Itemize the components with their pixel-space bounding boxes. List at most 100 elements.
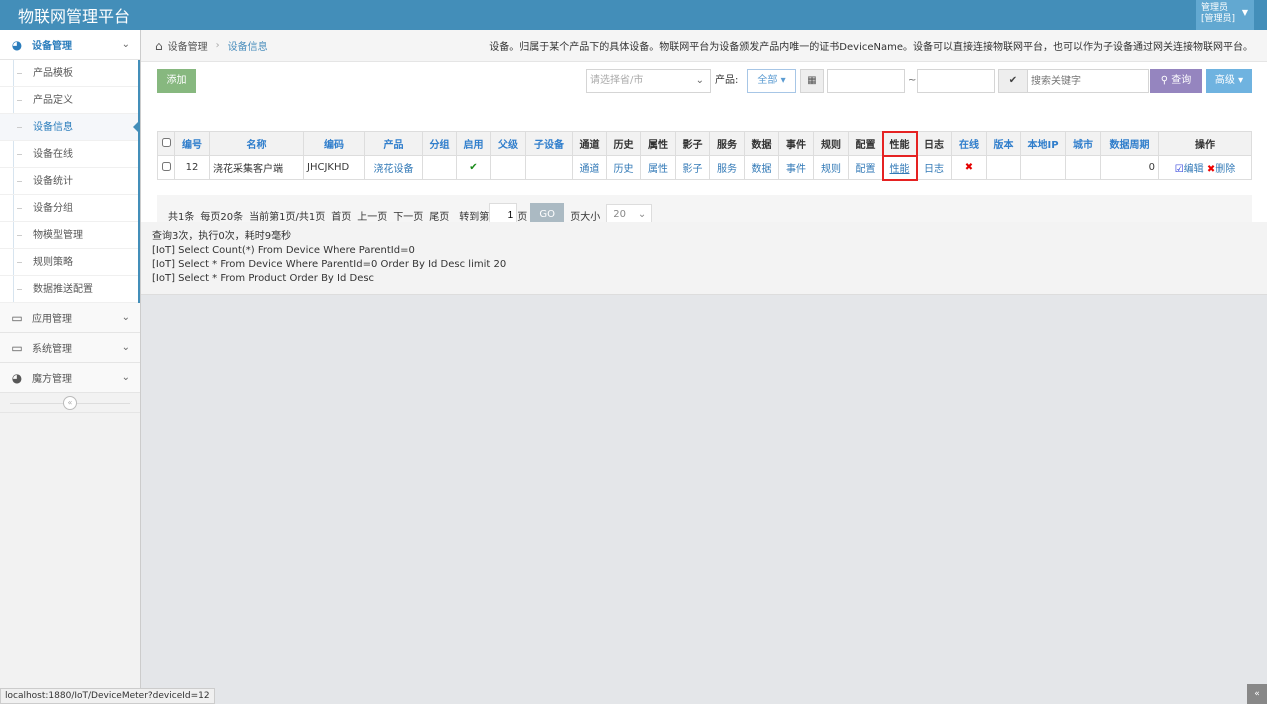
col-event: 事件 (778, 131, 814, 156)
col-city[interactable]: 城市 (1065, 131, 1101, 156)
row-checkbox[interactable] (157, 155, 175, 180)
col-online[interactable]: 在线 (951, 131, 987, 156)
province-select[interactable]: 请选择省/市 ⌄ (586, 69, 711, 93)
col-channel: 通道 (572, 131, 607, 156)
last-page-link[interactable]: 尾页 (429, 208, 449, 223)
cell-id: 12 (174, 155, 210, 180)
goto-label: 转到第 (459, 211, 490, 223)
col-enabled[interactable]: 启用 (456, 131, 491, 156)
delete-label: 删除 (1215, 164, 1236, 175)
delete-link[interactable]: ✖删除 (1207, 164, 1235, 175)
content-area: 添加 请选择省/市 ⌄ 产品: 全部 ▾ ▦ ~ ✔ ⚲ 查询 高级 ▾ 编号 名… (141, 62, 1267, 235)
query-log: 查询3次，执行0次，耗时9毫秒 [IoT] Select Count(*) Fr… (141, 222, 1267, 295)
product-link[interactable]: 浇花设备 (374, 164, 414, 175)
total-count: 共1条 (168, 211, 195, 223)
end-date-input[interactable] (917, 69, 995, 93)
page-description: 设备。归属于某个产品下的具体设备。物联网平台为设备颁发产品内唯一的证书Devic… (489, 42, 1253, 53)
breadcrumb-separator: › (215, 40, 220, 51)
edit-link[interactable]: ☑编辑 (1175, 164, 1204, 175)
log-link[interactable]: 日志 (924, 164, 944, 175)
col-code[interactable]: 编码 (303, 131, 365, 156)
user-menu[interactable]: 管理员 [管理员] ▼ (1196, 0, 1254, 30)
sidebar-group-label: 应用管理 (32, 314, 72, 325)
enabled-check-icon: ✔ (456, 155, 491, 180)
col-id[interactable]: 编号 (174, 131, 210, 156)
app-title: 物联网管理平台 (18, 7, 131, 26)
col-history: 历史 (606, 131, 641, 156)
props-link[interactable]: 属性 (648, 164, 668, 175)
double-left-icon[interactable]: « (63, 396, 77, 410)
start-date-input[interactable] (827, 69, 905, 93)
chevron-down-icon: ⌄ (121, 39, 130, 50)
sidebar-item-device-stats[interactable]: 设备统计 (0, 168, 138, 195)
sidebar-item-thing-model[interactable]: 物模型管理 (0, 222, 138, 249)
sidebar-item-device-group[interactable]: 设备分组 (0, 195, 138, 222)
col-group[interactable]: 分组 (422, 131, 457, 156)
offline-x-icon: ✖ (951, 155, 987, 180)
device-table: 编号 名称 编码 产品 分组 启用 父级 子设备 通道 历史 属性 影子 服务 … (157, 130, 1252, 181)
col-ip[interactable]: 本地IP (1020, 131, 1066, 156)
sidebar-group-label: 设备管理 (32, 41, 72, 52)
sidebar-group-cube[interactable]: ◕ 魔方管理 ⌄ (0, 363, 140, 393)
col-perf: 性能 (881, 130, 918, 157)
sidebar-item-device-online[interactable]: 设备在线 (0, 141, 138, 168)
page-size-value: 20 (613, 209, 626, 220)
sidebar-item-rules[interactable]: 规则策略 (0, 249, 138, 276)
query-button[interactable]: ⚲ 查询 (1150, 69, 1202, 93)
cell-children (525, 155, 573, 180)
config-link[interactable]: 配置 (856, 164, 876, 175)
sidebar-group-app[interactable]: ▭ 应用管理 ⌄ (0, 303, 140, 333)
col-children[interactable]: 子设备 (525, 131, 573, 156)
service-link[interactable]: 服务 (717, 164, 737, 175)
log-line: [IoT] Select Count(*) From Device Where … (152, 245, 415, 256)
col-data: 数据 (744, 131, 779, 156)
desktop-icon: ▭ (11, 340, 23, 355)
search-input[interactable] (1027, 69, 1149, 93)
calendar-icon[interactable]: ▦ (800, 69, 824, 93)
page-unit: 页 (517, 211, 528, 223)
per-page: 每页20条 (200, 211, 244, 223)
add-button[interactable]: 添加 (157, 69, 196, 93)
sidebar-group-system[interactable]: ▭ 系统管理 ⌄ (0, 333, 140, 363)
advanced-label: 高级 (1214, 75, 1235, 86)
history-link[interactable]: 历史 (614, 164, 634, 175)
select-all-checkbox[interactable] (157, 131, 175, 156)
edit-icon: ☑ (1174, 164, 1184, 175)
next-page-link[interactable]: 下一页 (393, 208, 423, 223)
shadow-link[interactable]: 影子 (683, 164, 703, 175)
breadcrumb-current: 设备信息 (227, 42, 268, 53)
col-version[interactable]: 版本 (986, 131, 1021, 156)
channel-link[interactable]: 通道 (580, 164, 600, 175)
sidebar-item-product-definition[interactable]: 产品定义 (0, 87, 138, 114)
product-dropdown[interactable]: 全部 ▾ (747, 69, 796, 93)
first-page-link[interactable]: 首页 (331, 208, 351, 223)
col-product[interactable]: 产品 (364, 131, 423, 156)
prev-page-link[interactable]: 上一页 (357, 208, 387, 223)
col-props: 属性 (640, 131, 676, 156)
sidebar-item-device-info[interactable]: 设备信息 (0, 114, 140, 141)
cell-actions: ☑编辑 ✖删除 (1158, 155, 1252, 180)
chevron-down-icon: ⌄ (121, 312, 130, 323)
col-parent[interactable]: 父级 (490, 131, 526, 156)
breadcrumb: ⌂ 设备管理 › 设备信息 设备。归属于某个产品下的具体设备。物联网平台为设备颁… (141, 30, 1267, 62)
data-link[interactable]: 数据 (752, 164, 772, 175)
check-icon[interactable]: ✔ (998, 69, 1028, 93)
scroll-top-icon[interactable]: « (1247, 684, 1267, 704)
main-content: ⌂ 设备管理 › 设备信息 设备。归属于某个产品下的具体设备。物联网平台为设备颁… (141, 30, 1267, 295)
col-name[interactable]: 名称 (209, 131, 304, 156)
sidebar-item-product-template[interactable]: 产品模板 (0, 60, 138, 87)
sidebar-collapse[interactable]: « (0, 393, 140, 413)
breadcrumb-root[interactable]: 设备管理 (168, 38, 208, 53)
advanced-button[interactable]: 高级 ▾ (1206, 69, 1252, 93)
search-icon: ⚲ (1160, 75, 1169, 86)
home-icon[interactable]: ⌂ (155, 39, 163, 53)
chevron-down-icon: ⌄ (121, 372, 130, 383)
rule-link[interactable]: 规则 (821, 164, 841, 175)
event-link[interactable]: 事件 (786, 164, 806, 175)
col-period[interactable]: 数据周期 (1100, 131, 1159, 156)
perf-link[interactable]: 性能 (890, 164, 910, 175)
sidebar-item-data-push[interactable]: 数据推送配置 (0, 276, 138, 303)
chevron-down-icon: ⌄ (695, 75, 704, 86)
sidebar-group-device[interactable]: ◕ 设备管理 ⌄ (0, 30, 140, 60)
col-actions: 操作 (1158, 131, 1252, 156)
